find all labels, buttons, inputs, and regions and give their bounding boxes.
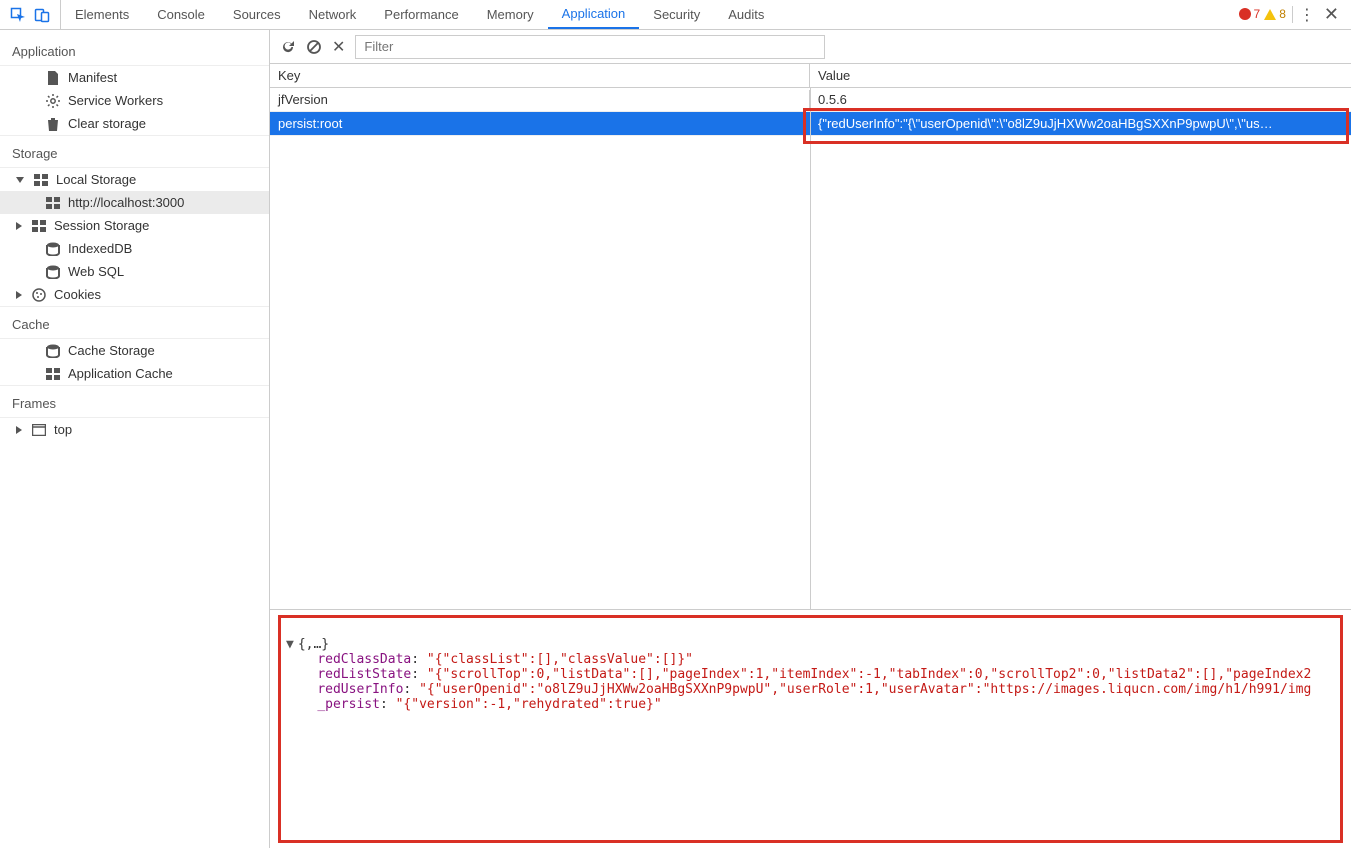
detail-redclassdata: "{"classList":[],"classValue":[]}" <box>427 652 693 667</box>
gear-icon <box>46 94 60 108</box>
sidebar-label: Local Storage <box>56 172 136 187</box>
annotation-highlight <box>278 615 1343 843</box>
detail-header: {,…} <box>298 637 329 652</box>
frame-icon <box>32 423 46 437</box>
chevron-down-icon <box>16 177 24 183</box>
sidebar-item-application-cache[interactable]: Application Cache <box>0 362 269 385</box>
sidebar-item-manifest[interactable]: Manifest <box>0 66 269 89</box>
tab-audits[interactable]: Audits <box>714 0 778 29</box>
storage-table: Key Value jfVersion 0.5.6 persist:root {… <box>270 64 1351 609</box>
tab-elements[interactable]: Elements <box>61 0 143 29</box>
header-value[interactable]: Value <box>810 64 1351 87</box>
sidebar-item-frames-top[interactable]: top <box>0 418 269 441</box>
error-count: 7 <box>1239 7 1261 21</box>
sidebar-label: Web SQL <box>68 264 124 279</box>
sidebar-label: Application Cache <box>68 366 173 381</box>
sidebar-label: Manifest <box>68 70 117 85</box>
cell-value: {"redUserInfo":"{\"userOpenid\":\"o8lZ9u… <box>810 114 1351 133</box>
header-key[interactable]: Key <box>270 64 810 87</box>
cell-value: 0.5.6 <box>810 90 1351 109</box>
sidebar-label: Service Workers <box>68 93 163 108</box>
sidebar-item-cache-storage[interactable]: Cache Storage <box>0 339 269 362</box>
sidebar-item-local-storage[interactable]: Local Storage <box>0 168 269 191</box>
cookie-icon <box>32 288 46 302</box>
error-count-value: 7 <box>1254 7 1261 21</box>
table-body[interactable]: jfVersion 0.5.6 persist:root {"redUserIn… <box>270 88 1351 609</box>
close-devtools-icon[interactable]: ✕ <box>1324 4 1339 25</box>
sidebar-label: top <box>54 422 72 437</box>
database-icon <box>46 265 60 279</box>
grid-icon <box>32 219 46 233</box>
clear-icon[interactable]: ✕ <box>332 37 345 57</box>
chevron-right-icon <box>16 222 22 230</box>
detail-redliststate: "{"scrollTop":0,"listData":[],"pageIndex… <box>427 667 1311 682</box>
storage-toolbar: ✕ <box>270 30 1351 64</box>
sidebar-label: IndexedDB <box>68 241 132 256</box>
tab-security[interactable]: Security <box>639 0 714 29</box>
devtools-tabbar: Elements Console Sources Network Perform… <box>0 0 1351 30</box>
tab-sources[interactable]: Sources <box>219 0 295 29</box>
sidebar-label: http://localhost:3000 <box>68 195 184 210</box>
tab-application[interactable]: Application <box>548 0 640 29</box>
sidebar-label: Cookies <box>54 287 101 302</box>
main-area: Application Manifest Service Workers Cle… <box>0 30 1351 848</box>
tab-console[interactable]: Console <box>143 0 219 29</box>
status-counters[interactable]: 7 8 <box>1239 6 1293 23</box>
warning-count-value: 8 <box>1279 7 1286 21</box>
more-menu-icon[interactable]: ⋮ <box>1299 5 1314 25</box>
tab-network[interactable]: Network <box>295 0 371 29</box>
error-icon <box>1239 8 1251 20</box>
chevron-right-icon <box>16 291 22 299</box>
content-pane: ✕ Key Value jfVersion 0.5.6 persist:root… <box>270 30 1351 848</box>
database-icon <box>46 344 60 358</box>
device-toggle-icon[interactable] <box>34 7 50 23</box>
grid-icon <box>46 196 60 210</box>
database-icon <box>46 242 60 256</box>
sidebar-item-cookies[interactable]: Cookies <box>0 283 269 306</box>
sidebar-item-websql[interactable]: Web SQL <box>0 260 269 283</box>
section-frames: Frames <box>0 385 269 418</box>
table-header: Key Value <box>270 64 1351 88</box>
filter-input[interactable] <box>355 35 825 59</box>
section-cache: Cache <box>0 306 269 339</box>
section-storage: Storage <box>0 135 269 168</box>
sidebar-item-clear-storage[interactable]: Clear storage <box>0 112 269 135</box>
warning-icon <box>1264 9 1276 20</box>
sidebar-item-indexeddb[interactable]: IndexedDB <box>0 237 269 260</box>
trash-icon <box>46 117 60 131</box>
chevron-right-icon <box>16 426 22 434</box>
detail-reduserinfo: "{"userOpenid":"o8lZ9uJjHXWw2oaHBgSXXnP9… <box>419 682 1311 697</box>
detail-persist: "{"version":-1,"rehydrated":true}" <box>396 697 662 712</box>
sidebar-item-local-storage-origin[interactable]: http://localhost:3000 <box>0 191 269 214</box>
sidebar-label: Clear storage <box>68 116 146 131</box>
sidebar-item-service-workers[interactable]: Service Workers <box>0 89 269 112</box>
application-sidebar: Application Manifest Service Workers Cle… <box>0 30 270 848</box>
sidebar-item-session-storage[interactable]: Session Storage <box>0 214 269 237</box>
block-icon[interactable] <box>306 39 322 55</box>
section-application: Application <box>0 34 269 66</box>
tab-memory[interactable]: Memory <box>473 0 548 29</box>
grid-icon <box>46 367 60 381</box>
refresh-icon[interactable] <box>280 39 296 55</box>
sidebar-label: Cache Storage <box>68 343 155 358</box>
tabbar-right-icons: ⋮ ✕ <box>1293 4 1345 25</box>
grid-icon <box>34 173 48 187</box>
value-detail-pane[interactable]: ▼{,…} redClassData: "{"classList":[],"cl… <box>270 609 1351 848</box>
inspect-icon[interactable] <box>10 7 26 23</box>
document-icon <box>46 71 60 85</box>
cell-key: persist:root <box>270 114 810 133</box>
cell-key: jfVersion <box>270 90 810 109</box>
warning-count: 8 <box>1264 7 1286 21</box>
tab-performance[interactable]: Performance <box>370 0 472 29</box>
tabbar-left-icons <box>6 0 61 29</box>
sidebar-label: Session Storage <box>54 218 149 233</box>
chevron-down-icon[interactable]: ▼ <box>286 637 294 652</box>
